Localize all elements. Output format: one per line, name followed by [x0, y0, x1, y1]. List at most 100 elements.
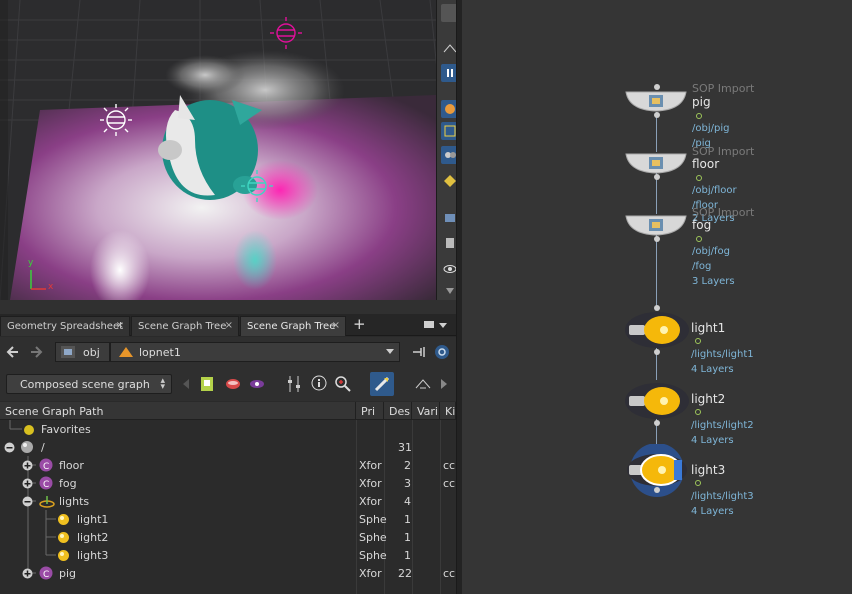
- node-flag-indicator: [695, 480, 701, 486]
- node-path: /lights/light2: [691, 420, 754, 431]
- tree-row-light2[interactable]: light2 Sphe 1: [0, 528, 456, 546]
- tree-row-descendants: 2: [404, 459, 411, 472]
- tree-row-name: floor: [59, 459, 84, 472]
- tree-row-root[interactable]: / 31: [0, 438, 456, 456]
- info-icon[interactable]: [311, 375, 327, 391]
- node-name: light1: [691, 321, 726, 335]
- node-output-connector[interactable]: [654, 420, 660, 426]
- node-layers: 4 Layers: [691, 435, 734, 446]
- obj-network-icon: [61, 346, 75, 358]
- link-pane-icon[interactable]: [433, 343, 451, 361]
- back-arrow-icon[interactable]: [6, 345, 20, 359]
- xform-prim-icon: [39, 496, 55, 508]
- expand-icon[interactable]: [22, 478, 33, 489]
- primitive-filter-icon[interactable]: [199, 375, 217, 393]
- light-gizmo-magenta: [270, 17, 302, 49]
- tree-row-light1[interactable]: light1 Sphe 1: [0, 510, 456, 528]
- display-flag-icon[interactable]: [414, 376, 434, 392]
- close-icon[interactable]: ×: [116, 320, 124, 331]
- collapse-icon[interactable]: [4, 442, 15, 453]
- pane-splitter[interactable]: [0, 300, 462, 314]
- path-segment-lopnet[interactable]: lopnet1: [110, 342, 400, 362]
- wand-icon: [374, 376, 390, 392]
- column-header-descendants[interactable]: Des: [384, 402, 412, 420]
- tree-row-name: pig: [59, 567, 77, 580]
- node-output-connector[interactable]: [654, 174, 660, 180]
- tree-row-light3[interactable]: light3 Sphe 1: [0, 546, 456, 564]
- path-segment-obj[interactable]: obj: [55, 342, 110, 362]
- node-sop-import-fog[interactable]: SOP Import fog /obj/fog /fog 3 Layers: [625, 206, 852, 292]
- node-name: fog: [692, 218, 712, 232]
- tree-row-floor[interactable]: C floor Xfor 2 cc: [0, 456, 456, 474]
- tree-row-kind: cc: [443, 477, 456, 490]
- column-header-primitive[interactable]: Pri: [356, 402, 384, 420]
- node-path: /obj/pig: [692, 123, 730, 134]
- tab-geometry-spreadsheet[interactable]: Geometry Spreadsheet ×: [0, 316, 130, 336]
- column-header-kind[interactable]: Ki: [440, 402, 456, 420]
- node-output-connector[interactable]: [654, 236, 660, 242]
- node-flag-indicator: [695, 409, 701, 415]
- node-path: /obj/floor: [692, 185, 737, 196]
- pane-tab-bar: Geometry Spreadsheet × Scene Graph Tree …: [0, 314, 462, 336]
- chevron-down-icon[interactable]: [439, 323, 447, 328]
- component-prim-icon: C: [39, 476, 53, 490]
- chevron-down-icon[interactable]: [386, 349, 394, 354]
- svg-text:C: C: [43, 570, 49, 580]
- path-obj-label: obj: [83, 346, 100, 359]
- view-mode-value: Composed scene graph: [20, 378, 150, 391]
- sop-import-node-icon: [625, 215, 687, 236]
- close-icon[interactable]: ×: [225, 320, 233, 331]
- column-header-variants[interactable]: Vari: [412, 402, 440, 420]
- node-layers: 3 Layers: [692, 276, 735, 287]
- network-editor[interactable]: SOP Import pig /obj/pig /pig SOP Import …: [462, 0, 852, 594]
- close-icon[interactable]: ×: [332, 320, 340, 331]
- favorites-star-icon: [24, 425, 34, 435]
- expand-icon[interactable]: [22, 568, 33, 579]
- 3d-viewport[interactable]: y x: [0, 0, 436, 300]
- node-output-connector[interactable]: [654, 487, 660, 493]
- tree-row-fog[interactable]: C fog Xfor 3 cc: [0, 474, 456, 492]
- node-flag-indicator: [696, 236, 702, 242]
- pane-menu-icon[interactable]: [424, 321, 434, 328]
- pick-mode-button[interactable]: [370, 372, 394, 396]
- add-tab-button[interactable]: +: [353, 315, 366, 333]
- tree-row-favorites[interactable]: Favorites: [0, 420, 456, 438]
- nav-left-icon[interactable]: [181, 378, 191, 390]
- tree-row-name: /: [41, 441, 45, 454]
- tree-row-primitive: Xfor: [359, 495, 382, 508]
- view-mode-select[interactable]: Composed scene graph ▴ ▾: [6, 374, 172, 394]
- node-output-connector[interactable]: [654, 112, 660, 118]
- material-filter-icon[interactable]: [224, 375, 242, 393]
- column-header-path[interactable]: Scene Graph Path: [0, 402, 356, 420]
- node-light2[interactable]: light2 /lights/light2 4 Layers: [622, 376, 852, 451]
- tab-scene-graph-tree-active[interactable]: Scene Graph Tree ×: [240, 316, 346, 336]
- light-bulb-icon: [58, 514, 69, 525]
- sliders-icon[interactable]: [286, 374, 302, 394]
- nav-right-icon[interactable]: [439, 378, 449, 390]
- node-sop-import-pig[interactable]: SOP Import pig /obj/pig /pig: [625, 82, 852, 154]
- tree-row-descendants: 1: [404, 549, 411, 562]
- node-light3[interactable]: light3 /lights/light3 4 Layers: [622, 444, 852, 522]
- node-flag-indicator: [696, 113, 702, 119]
- tree-row-lights[interactable]: lights Xfor 4: [0, 492, 456, 510]
- tree-row-pig[interactable]: C pig Xfor 22 cc: [0, 564, 456, 582]
- pin-icon[interactable]: [411, 345, 427, 359]
- node-prim: /fog: [692, 261, 712, 272]
- node-output-connector[interactable]: [654, 349, 660, 355]
- forward-arrow-icon[interactable]: [29, 345, 43, 359]
- tree-row-name: light3: [77, 549, 109, 562]
- path-bar: obj lopnet1: [0, 337, 462, 367]
- search-icon[interactable]: [334, 375, 352, 393]
- light-bulb-icon: [58, 532, 69, 543]
- expand-icon[interactable]: [22, 460, 33, 471]
- tab-scene-graph-tree[interactable]: Scene Graph Tree ×: [131, 316, 239, 336]
- node-name: floor: [692, 157, 720, 171]
- tree-row-descendants: 4: [404, 495, 411, 508]
- collapse-icon[interactable]: [22, 496, 33, 507]
- tree-row-kind: cc: [443, 459, 456, 472]
- visibility-filter-icon[interactable]: [248, 375, 266, 393]
- tree-row-descendants: 1: [404, 531, 411, 544]
- tree-row-primitive: Sphe: [359, 531, 387, 544]
- node-light1[interactable]: light1 /lights/light1 4 Layers: [622, 305, 852, 380]
- light-bulb-icon: [625, 312, 689, 348]
